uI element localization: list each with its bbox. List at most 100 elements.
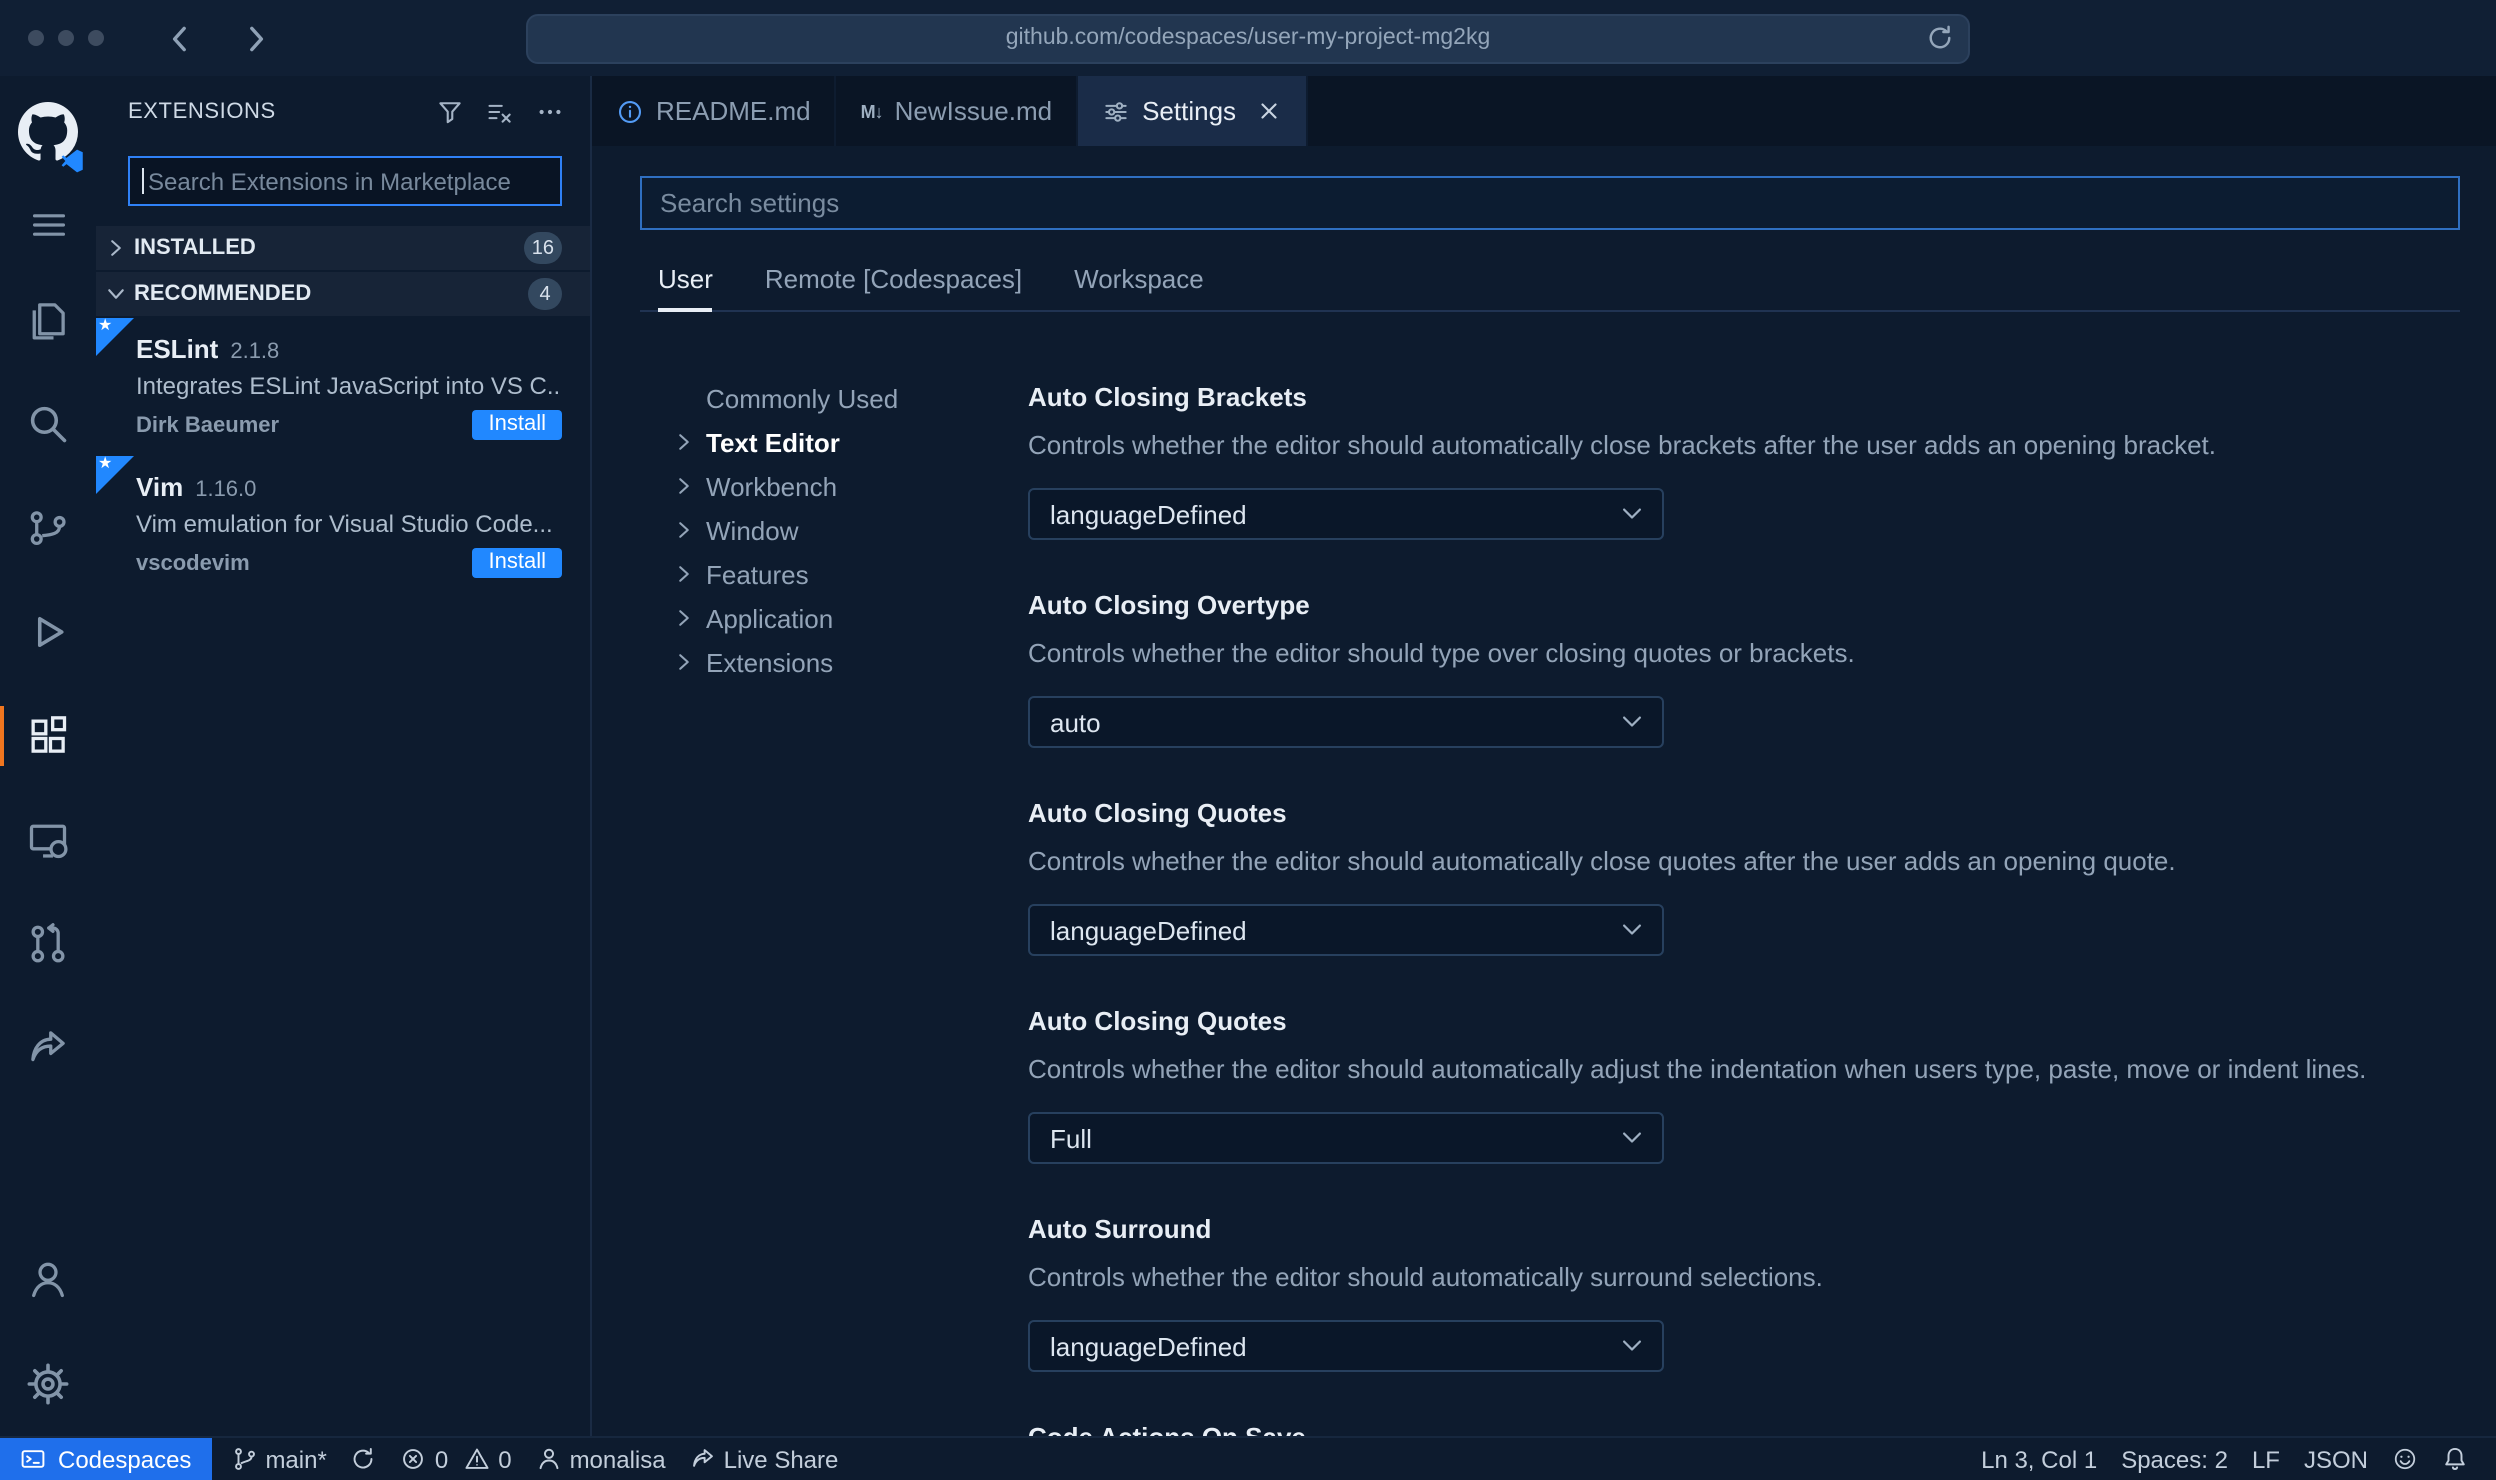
scope-tab-remote[interactable]: Remote [Codespaces]	[765, 256, 1022, 310]
tab-newissue[interactable]: M↓ NewIssue.md	[837, 76, 1079, 146]
window-close-button[interactable]	[28, 30, 44, 46]
toc-label: Application	[706, 603, 834, 633]
tab-settings[interactable]: Settings	[1078, 76, 1309, 146]
live-share-status[interactable]: Live Share	[678, 1438, 851, 1480]
indentation-indicator[interactable]: Spaces: 2	[2109, 1438, 2240, 1480]
reload-icon[interactable]	[1926, 24, 1954, 52]
setting-row: Auto Surround Controls whether the edito…	[1028, 1212, 2460, 1372]
toc-item-commonly-used[interactable]: Commonly Used	[672, 376, 1028, 420]
eol-indicator[interactable]: LF	[2240, 1438, 2292, 1480]
extensions-sidebar: EXTENSIONS Search Extensions in Marketpl…	[96, 76, 592, 1436]
extensions-search-input[interactable]: Search Extensions in Marketplace	[128, 156, 562, 206]
toc-label: Commonly Used	[706, 383, 899, 413]
extension-description: Vim emulation for Visual Studio Code...	[136, 510, 553, 539]
forward-icon[interactable]	[238, 21, 272, 55]
explorer-icon[interactable]	[0, 268, 96, 372]
section-recommended[interactable]: RECOMMENDED 4	[96, 272, 590, 316]
branch-label: main*	[265, 1445, 327, 1473]
count-badge: 16	[523, 232, 562, 264]
settings-list: Auto Closing Brackets Controls whether t…	[1028, 340, 2460, 1436]
scope-tab-workspace[interactable]: Workspace	[1074, 256, 1204, 310]
window-minimize-button[interactable]	[58, 30, 74, 46]
cursor-position[interactable]: Ln 3, Col 1	[1969, 1438, 2109, 1480]
setting-description: Controls whether the editor should type …	[1028, 638, 1855, 668]
remote-explorer-icon[interactable]	[0, 788, 96, 892]
warning-icon	[464, 1446, 490, 1472]
extension-publisher: vscodevim	[136, 551, 250, 576]
close-icon[interactable]	[1256, 98, 1282, 124]
extensions-search-placeholder: Search Extensions in Marketplace	[148, 167, 511, 195]
setting-row: Auto Closing Brackets Controls whether t…	[1028, 380, 2460, 540]
toc-item-features[interactable]: Features	[672, 552, 1028, 596]
tab-bar: README.md M↓ NewIssue.md Settings	[592, 76, 2496, 146]
setting-dropdown[interactable]: auto	[1028, 696, 1664, 748]
dropdown-value: auto	[1050, 707, 1101, 737]
codespaces-status-button[interactable]: Codespaces	[0, 1438, 212, 1480]
setting-dropdown[interactable]: languageDefined	[1028, 904, 1664, 956]
setting-dropdown[interactable]: languageDefined	[1028, 1320, 1664, 1372]
toc-item-text-editor[interactable]: Text Editor	[672, 420, 1028, 464]
chevron-right-icon	[672, 650, 696, 674]
pull-requests-icon[interactable]	[0, 892, 96, 996]
settings-gear-icon[interactable]	[0, 1332, 96, 1436]
toc-item-extensions[interactable]: Extensions	[672, 640, 1028, 684]
settings-toc: Commonly Used Text Editor Workbench Wind…	[640, 340, 1028, 1436]
language-mode[interactable]: JSON	[2292, 1438, 2380, 1480]
extension-version: 2.1.8	[230, 340, 280, 364]
language-label: JSON	[2303, 1445, 2368, 1473]
settings-search-input[interactable]: Search settings	[640, 176, 2460, 230]
setting-dropdown[interactable]: languageDefined	[1028, 488, 1664, 540]
setting-row: Auto Closing Quotes Controls whether the…	[1028, 796, 2460, 956]
window-zoom-button[interactable]	[88, 30, 104, 46]
toc-item-workbench[interactable]: Workbench	[672, 464, 1028, 508]
back-icon[interactable]	[164, 21, 198, 55]
account-icon[interactable]	[0, 1228, 96, 1332]
notifications-button[interactable]	[2430, 1438, 2480, 1480]
user-label: monalisa	[569, 1445, 666, 1473]
dropdown-value: languageDefined	[1050, 499, 1247, 529]
info-icon	[616, 97, 644, 125]
chevron-right-icon	[672, 606, 696, 630]
github-logo	[0, 84, 96, 180]
install-button[interactable]: Install	[472, 410, 562, 441]
section-label: RECOMMENDED	[134, 282, 312, 306]
bell-icon	[2442, 1446, 2468, 1472]
more-actions-icon[interactable]	[536, 98, 564, 126]
live-share-icon[interactable]	[0, 996, 96, 1100]
filter-icon[interactable]	[436, 98, 464, 126]
settings-scope-tabs: User Remote [Codespaces] Workspace	[640, 256, 2460, 312]
extensions-icon[interactable]	[0, 684, 96, 788]
account-icon	[536, 1446, 562, 1472]
install-button[interactable]: Install	[472, 548, 562, 579]
source-control-icon[interactable]	[0, 476, 96, 580]
dropdown-value: languageDefined	[1050, 1331, 1247, 1361]
extension-item-eslint[interactable]: ★ ESLint 2.1.8 Integrates ESLint JavaScr…	[96, 316, 590, 456]
browser-toolbar: github.com/codespaces/user-my-project-mg…	[0, 0, 2496, 76]
toc-item-window[interactable]: Window	[672, 508, 1028, 552]
scope-tab-user[interactable]: User	[658, 256, 714, 312]
toc-label: Text Editor	[706, 427, 840, 457]
problems-indicator[interactable]: 0 0	[389, 1438, 524, 1480]
section-installed[interactable]: INSTALLED 16	[96, 226, 590, 270]
tab-readme[interactable]: README.md	[592, 76, 837, 146]
feedback-button[interactable]	[2380, 1438, 2430, 1480]
markdown-icon: M↓	[860, 101, 884, 121]
tab-label: NewIssue.md	[894, 96, 1053, 126]
codespaces-label: Codespaces	[58, 1445, 192, 1473]
extension-item-vim[interactable]: ★ Vim 1.16.0 Vim emulation for Visual St…	[96, 454, 590, 594]
run-and-debug-icon[interactable]	[0, 580, 96, 684]
branch-indicator[interactable]: main*	[219, 1438, 338, 1480]
live-share-icon	[690, 1446, 716, 1472]
toc-item-application[interactable]: Application	[672, 596, 1028, 640]
address-bar[interactable]: github.com/codespaces/user-my-project-mg…	[526, 13, 1970, 63]
line-col-label: Ln 3, Col 1	[1981, 1445, 2098, 1473]
clear-search-results-icon[interactable]	[486, 98, 514, 126]
sync-button[interactable]	[339, 1438, 389, 1480]
setting-row: Auto Closing Overtype Controls whether t…	[1028, 588, 2460, 748]
warning-count: 0	[498, 1445, 512, 1473]
user-indicator[interactable]: monalisa	[524, 1438, 678, 1480]
search-icon[interactable]	[0, 372, 96, 476]
menu-icon[interactable]	[0, 180, 96, 268]
sidebar-title: EXTENSIONS	[128, 100, 276, 124]
setting-dropdown[interactable]: Full	[1028, 1112, 1664, 1164]
